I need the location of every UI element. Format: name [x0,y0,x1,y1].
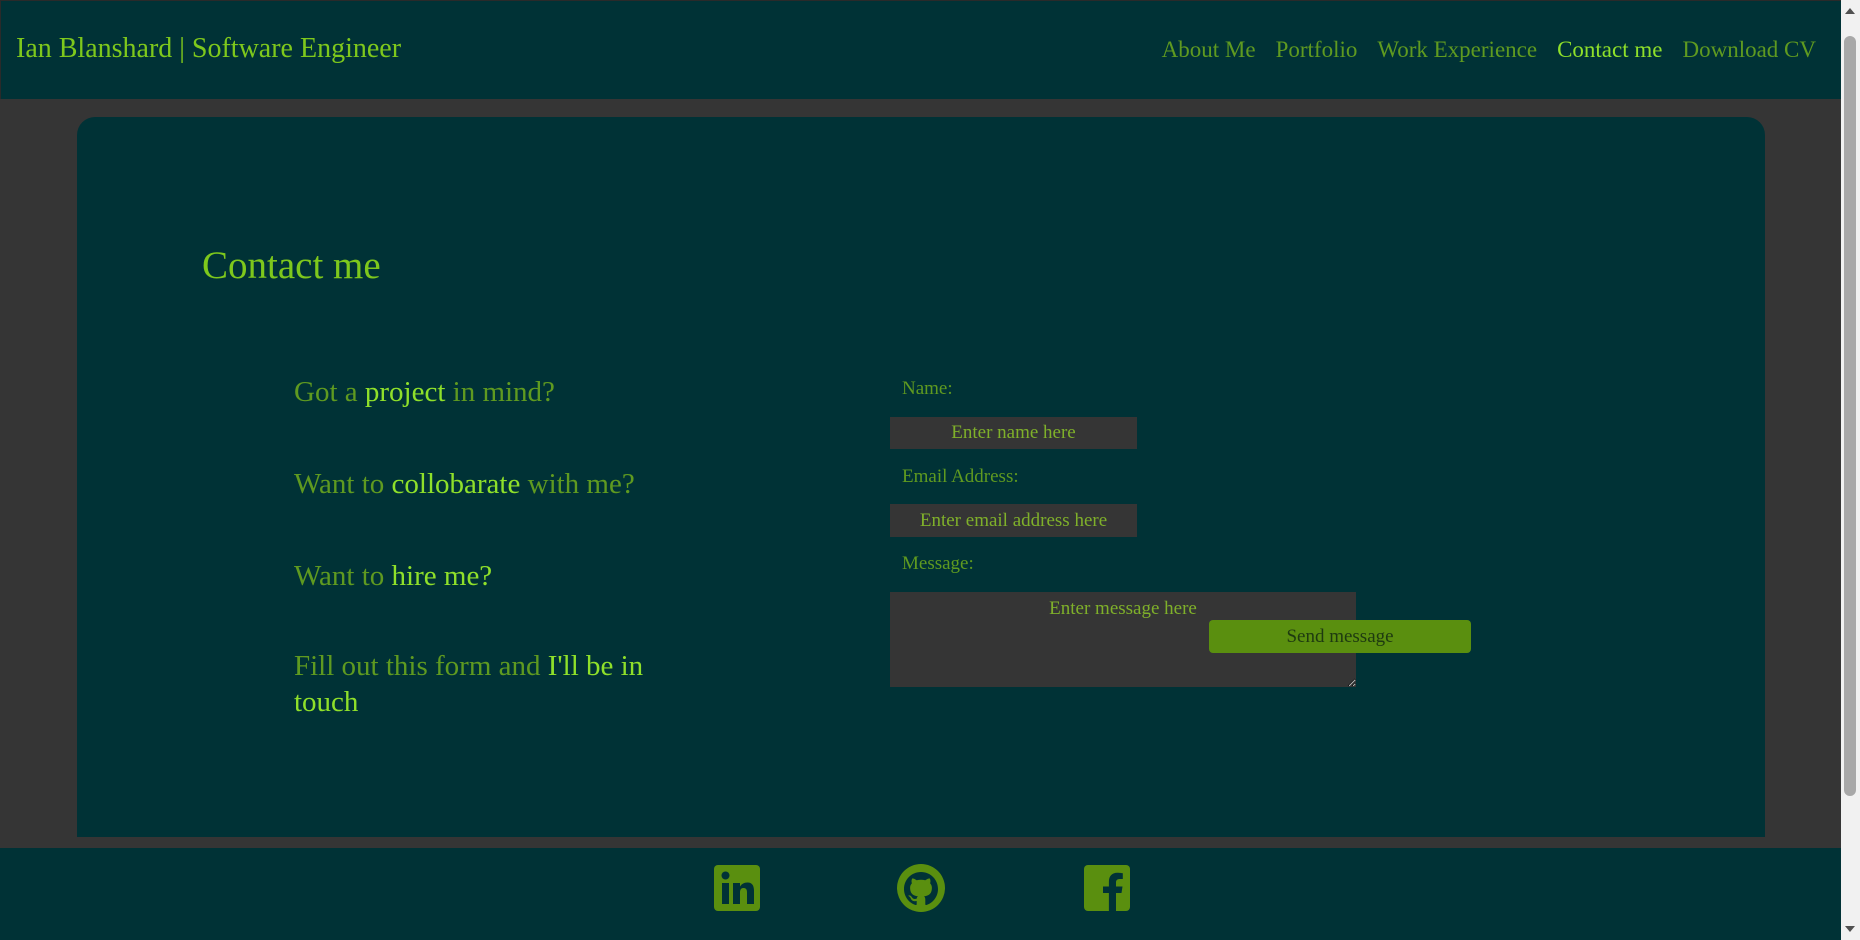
page-title: Contact me [202,244,381,287]
pitch-text: Got a [294,376,365,408]
nav-link-download-cv[interactable]: Download CV [1682,37,1816,63]
page: Ian Blanshard | Software Engineer About … [0,0,1841,940]
footer [0,848,1841,940]
pitch-text: with me? [520,468,635,500]
pitch-line: Want to collobarate with me? [294,466,714,502]
email-field[interactable] [890,504,1137,537]
scroll-down-icon[interactable] [1845,926,1855,932]
name-label: Name: [902,378,953,399]
linkedin-icon [714,865,760,911]
vertical-scrollbar[interactable] [1841,0,1860,940]
facebook-icon [1084,865,1130,911]
name-field[interactable] [890,417,1137,449]
nav-link-work-experience[interactable]: Work Experience [1377,37,1537,63]
nav-link-portfolio[interactable]: Portfolio [1276,37,1358,63]
nav-link-about-me[interactable]: About Me [1162,37,1256,63]
send-message-button[interactable]: Send message [1209,620,1471,653]
site-brand[interactable]: Ian Blanshard | Software Engineer [16,33,401,65]
pitch-line: Got a project in mind? [294,374,714,410]
pitch-text: Fill out this form and [294,650,548,682]
message-label: Message: [902,553,974,574]
github-icon [897,864,945,912]
facebook-link[interactable] [1083,864,1131,912]
linkedin-link[interactable] [713,864,761,912]
contact-pitch: Got a project in mind? Want to collobara… [294,374,714,776]
pitch-text: Want to [294,560,392,592]
pitch-highlight: project [364,376,446,408]
pitch-line: Fill out this form and I'll be in touch [294,648,714,720]
main-nav: About Me Portfolio Work Experience Conta… [1162,37,1816,63]
pitch-line: Want to hire me? [294,558,714,594]
pitch-text: Want to [294,468,392,500]
pitch-highlight: hire me? [391,560,493,592]
pitch-text: in mind? [445,376,555,408]
github-link[interactable] [896,863,946,913]
scrollbar-thumb[interactable] [1844,36,1856,796]
nav-link-contact-me[interactable]: Contact me [1557,37,1662,63]
scroll-up-icon[interactable] [1845,8,1855,14]
pitch-highlight: collobarate [391,468,521,500]
top-navbar: Ian Blanshard | Software Engineer About … [0,0,1841,99]
email-label: Email Address: [902,466,1019,487]
